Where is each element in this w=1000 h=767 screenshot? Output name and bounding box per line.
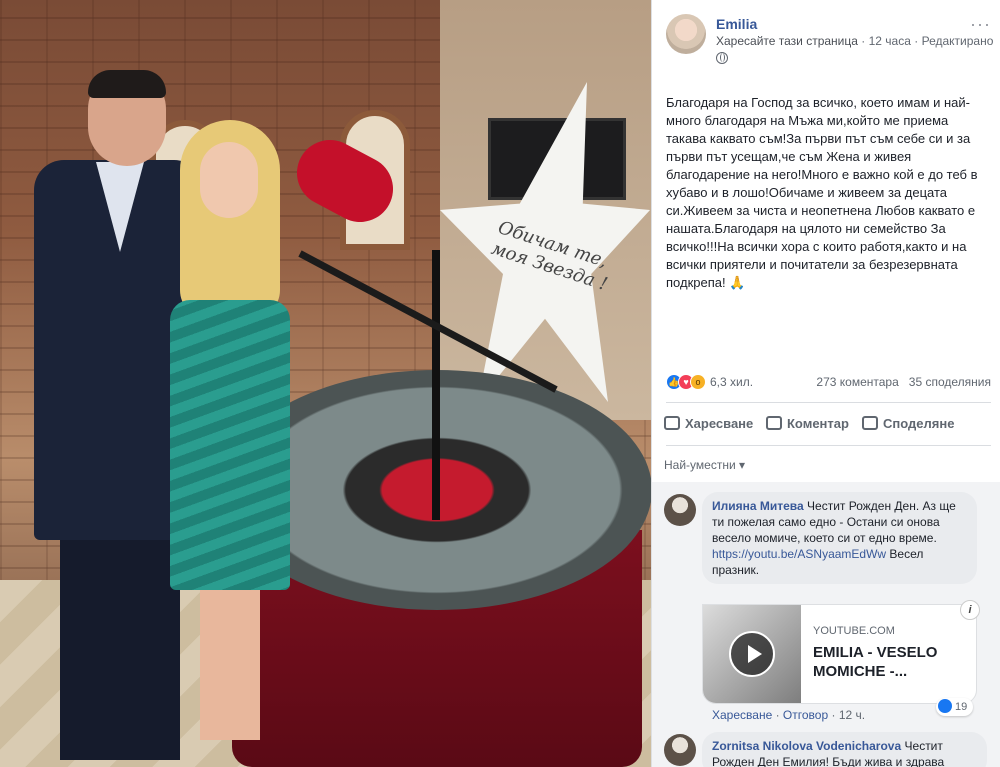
post-time[interactable]: 12 часа	[869, 34, 911, 48]
commenter-name[interactable]: Zornitsa Nikolova Vodenicharova	[712, 739, 901, 753]
comment-count[interactable]: 273 коментара	[816, 375, 898, 389]
mic-stand	[432, 250, 440, 520]
post-meta: Харесайте тази страница · 12 часа · Реда…	[716, 34, 994, 48]
comment-reaction-count[interactable]: 19	[936, 698, 974, 716]
globe-icon	[716, 52, 728, 64]
comment-reply-link[interactable]: Отговор	[783, 708, 828, 722]
share-count[interactable]: 35 споделяния	[909, 375, 991, 389]
comment-button[interactable]: Коментар	[766, 416, 849, 431]
like-button[interactable]: Харесване	[664, 416, 753, 431]
comment-meta: Харесване · Отговор · 12 ч.	[712, 708, 866, 722]
woman-figure	[160, 120, 300, 740]
edited-label[interactable]: Редактирано	[922, 34, 994, 48]
thumbs-up-icon	[664, 416, 680, 430]
comment-icon	[766, 416, 782, 430]
wow-icon[interactable]: o	[690, 374, 706, 390]
play-icon[interactable]	[729, 631, 775, 677]
like-icon	[938, 699, 952, 713]
comment-link[interactable]: https://youtu.be/ASNyaamEdWw	[712, 547, 886, 561]
divider	[666, 445, 991, 446]
author-name[interactable]: Emilia	[716, 16, 757, 32]
share-button[interactable]: Споделяне	[862, 416, 954, 431]
commenter-name[interactable]: Илияна Митева	[712, 499, 804, 513]
post-panel: Emilia Харесайте тази страница · 12 часа…	[651, 0, 1000, 767]
post-header: Emilia Харесайте тази страница · 12 часа…	[666, 12, 994, 72]
comment-share-stats: 273 коментара 35 споделяния	[816, 375, 991, 389]
author-avatar[interactable]	[666, 14, 706, 54]
commenter-avatar[interactable]	[664, 494, 696, 526]
commenter-avatar[interactable]	[664, 734, 696, 766]
comment-bubble: Zornitsa Nikolova Vodenicharova Честит Р…	[702, 732, 987, 767]
comment-sort-dropdown[interactable]: Най-уместни ▾	[664, 458, 745, 472]
comment-bubble: Илияна Митева Честит Рожден Ден. Аз ще т…	[702, 492, 977, 584]
reaction-count[interactable]: 6,3 хил.	[710, 375, 753, 389]
video-thumbnail[interactable]	[703, 605, 801, 703]
viewer: Обичам те, моя Звезда ! Emilia Харесайте…	[0, 0, 1000, 767]
reactions-bar: 👍 ♥ o 6,3 хил. 273 коментара 35 споделян…	[666, 372, 991, 392]
post-text: Благодаря на Господ за всичко, което има…	[666, 95, 978, 290]
share-icon	[862, 416, 878, 430]
preview-title[interactable]: EMILIA - VESELO MOMICHE -...	[813, 643, 973, 681]
link-preview[interactable]: YOUTUBE.COM EMILIA - VESELO MOMICHE -...	[702, 604, 977, 704]
comment-like-link[interactable]: Харесване	[712, 708, 772, 722]
like-page-link[interactable]: Харесайте тази страница	[716, 34, 858, 48]
info-icon[interactable]: i	[960, 600, 980, 620]
comments-section: Илияна Митева Честит Рожден Ден. Аз ще т…	[652, 482, 1000, 767]
post-photo[interactable]: Обичам те, моя Звезда !	[0, 0, 651, 767]
more-options-icon[interactable]: ···	[970, 14, 991, 35]
divider	[666, 402, 991, 403]
preview-source: YOUTUBE.COM	[813, 625, 895, 637]
action-bar: Харесване Коментар Споделяне	[660, 410, 995, 440]
comment-time[interactable]: 12 ч.	[839, 708, 865, 722]
